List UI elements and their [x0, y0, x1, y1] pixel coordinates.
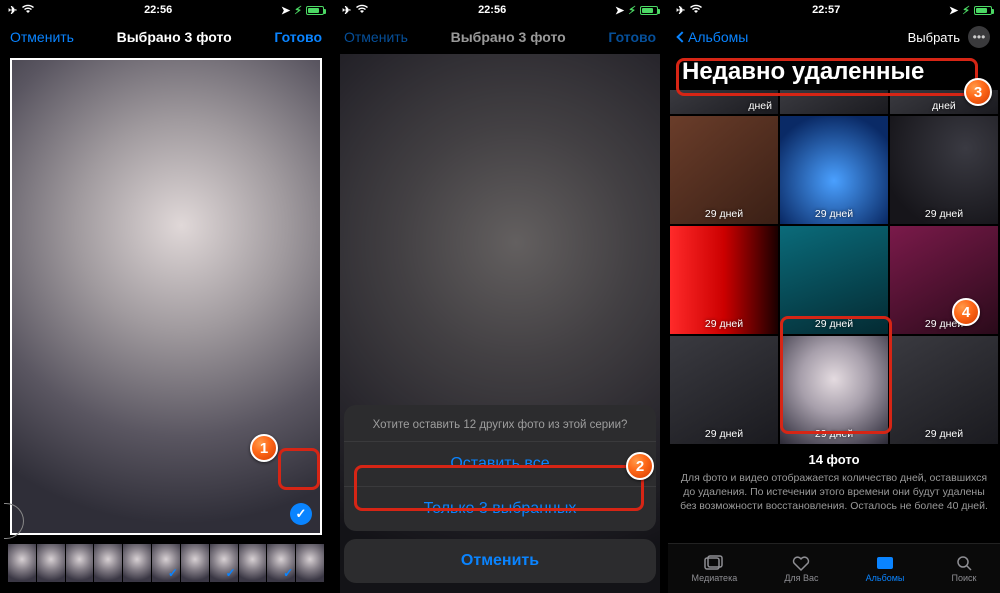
select-button[interactable]: Выбрать [908, 30, 960, 45]
airplane-icon: ✈︎ [8, 4, 17, 17]
location-icon: ➤ [615, 4, 624, 17]
status-bar: ✈︎ 22:56 ➤ ⚡︎ [0, 0, 332, 20]
wifi-icon [21, 4, 35, 17]
screen-1-select-photos: ✈︎ 22:56 ➤ ⚡︎ Отменить Выбрано 3 фото Го… [0, 0, 332, 593]
sheet-cancel-button[interactable]: Отменить [344, 539, 656, 583]
thumb-selected[interactable] [152, 544, 180, 582]
screen-3-recently-deleted: ✈︎ 22:57 ➤ ⚡︎ Альбомы Выбрать ••• [668, 0, 1000, 593]
photo-count: 14 фото [668, 444, 1000, 469]
status-time: 22:56 [144, 4, 172, 16]
thumb[interactable] [37, 544, 65, 582]
sheet-group: Хотите оставить 12 других фото из этой с… [344, 405, 656, 531]
done-button[interactable]: Готово [274, 29, 322, 45]
thumb-selected[interactable] [267, 544, 295, 582]
cancel-button[interactable]: Отменить [10, 29, 74, 45]
location-icon: ➤ [281, 4, 290, 17]
done-button[interactable]: Готово [608, 29, 656, 45]
status-time: 22:57 [812, 4, 840, 16]
thumb[interactable] [239, 544, 267, 582]
nav-bar: Отменить Выбрано 3 фото Готово [334, 20, 666, 54]
tab-for-you[interactable]: Для Вас [784, 555, 818, 583]
thumb[interactable] [94, 544, 122, 582]
wifi-icon [355, 4, 369, 17]
thumb-selected[interactable] [210, 544, 238, 582]
more-button[interactable]: ••• [968, 26, 990, 48]
grid-cell[interactable]: 29 дней [670, 116, 778, 224]
cancel-button[interactable]: Отменить [344, 29, 408, 45]
tab-mediateka[interactable]: Медиатека [692, 555, 738, 583]
nav-title: Выбрано 3 фото [117, 29, 232, 45]
grid-cell[interactable]: 29 дней [780, 336, 888, 444]
grid-cell[interactable]: 29 дней [890, 336, 998, 444]
battery-icon [306, 6, 324, 15]
back-label: Альбомы [688, 29, 748, 45]
selected-check-icon[interactable] [290, 503, 312, 525]
library-icon [704, 555, 724, 571]
grid-cell[interactable]: дней [890, 90, 998, 114]
albums-icon [875, 555, 895, 571]
tab-bar: Медиатека Для Вас Альбомы Поиск [668, 543, 1000, 593]
nav-bar: Альбомы Выбрать ••• [668, 20, 1000, 54]
location-icon: ➤ [949, 4, 958, 17]
thumb[interactable] [181, 544, 209, 582]
only-selected-button[interactable]: Только 3 выбранных [344, 487, 656, 531]
thumb[interactable] [8, 544, 36, 582]
heart-icon [791, 555, 811, 571]
bolt-icon: ⚡︎ [628, 4, 636, 17]
page-title: Недавно удаленные [668, 54, 1000, 94]
main-photo[interactable] [10, 58, 322, 535]
grid-cell[interactable]: 29 дней [780, 116, 888, 224]
back-button[interactable]: Альбомы [678, 29, 748, 45]
nav-bar: Отменить Выбрано 3 фото Готово [0, 20, 332, 54]
bolt-icon: ⚡︎ [962, 4, 970, 17]
tab-search[interactable]: Поиск [952, 555, 977, 583]
sheet-message: Хотите оставить 12 других фото из этой с… [344, 405, 656, 442]
deleted-grid: дней дней 29 дней 29 дней 29 дней 29 дне… [668, 90, 1000, 444]
search-icon [954, 555, 974, 571]
status-bar: ✈︎ 22:57 ➤ ⚡︎ [668, 0, 1000, 20]
action-sheet: Хотите оставить 12 других фото из этой с… [344, 405, 656, 583]
status-time: 22:56 [478, 4, 506, 16]
grid-cell[interactable]: 29 дней [890, 226, 998, 334]
grid-cell[interactable] [780, 90, 888, 114]
airplane-icon: ✈︎ [342, 4, 351, 17]
grid-cell[interactable]: 29 дней [780, 226, 888, 334]
grid-cell[interactable]: 29 дней [890, 116, 998, 224]
photo-viewer [0, 54, 332, 593]
chevron-left-icon [676, 31, 687, 42]
footer-note: Для фото и видео отображается количество… [668, 469, 1000, 520]
thumb[interactable] [66, 544, 94, 582]
airplane-icon: ✈︎ [676, 4, 685, 17]
tab-albums[interactable]: Альбомы [866, 555, 905, 583]
bolt-icon: ⚡︎ [294, 4, 302, 17]
photo-viewer-dimmed: Хотите оставить 12 других фото из этой с… [334, 54, 666, 593]
thumb[interactable] [123, 544, 151, 582]
screen-2-action-sheet: ✈︎ 22:56 ➤ ⚡︎ Отменить Выбрано 3 фото Го… [334, 0, 666, 593]
grid-cell[interactable]: дней [670, 90, 778, 114]
battery-icon [974, 6, 992, 15]
grid-cell[interactable]: 29 дней [670, 336, 778, 444]
keep-all-button[interactable]: Оставить все [344, 442, 656, 487]
battery-icon [640, 6, 658, 15]
burst-thumbnails [6, 541, 326, 585]
status-bar: ✈︎ 22:56 ➤ ⚡︎ [334, 0, 666, 20]
grid-cell[interactable]: 29 дней [670, 226, 778, 334]
nav-title: Выбрано 3 фото [451, 29, 566, 45]
thumb[interactable] [296, 544, 324, 582]
wifi-icon [689, 4, 703, 17]
